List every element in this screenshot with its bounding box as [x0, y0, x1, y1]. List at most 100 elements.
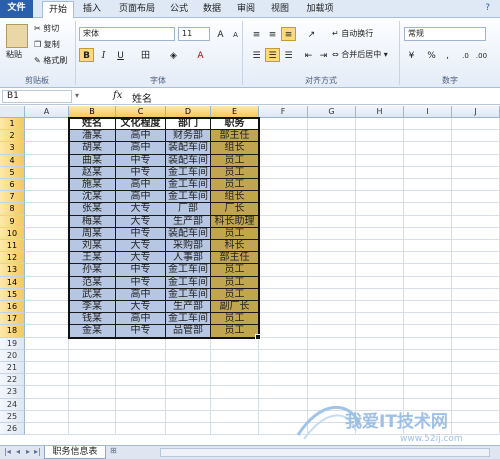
empty-cell[interactable] — [356, 191, 404, 204]
empty-cell[interactable] — [404, 252, 452, 265]
empty-cell[interactable] — [308, 374, 356, 387]
empty-cell[interactable] — [452, 410, 500, 423]
empty-cell[interactable] — [356, 252, 404, 265]
tab-formulas[interactable]: 公式 — [166, 1, 192, 18]
tab-view[interactable]: 视图 — [266, 1, 294, 18]
empty-cell[interactable] — [69, 423, 116, 436]
empty-cell[interactable] — [356, 349, 404, 362]
empty-cell[interactable] — [116, 423, 166, 436]
table-cell[interactable]: 装配车间 — [166, 154, 211, 167]
table-cell[interactable]: 员工 — [211, 313, 259, 326]
empty-cell[interactable] — [259, 325, 308, 338]
empty-cell[interactable] — [166, 386, 211, 399]
empty-cell[interactable] — [308, 410, 356, 423]
empty-cell[interactable] — [356, 264, 404, 277]
empty-cell[interactable] — [308, 203, 356, 216]
border-icon[interactable]: 田 — [138, 48, 153, 62]
table-cell[interactable]: 孙某 — [69, 264, 116, 277]
empty-cell[interactable] — [25, 337, 69, 350]
empty-cell[interactable] — [211, 410, 259, 423]
table-cell[interactable]: 金工车间 — [166, 264, 211, 277]
format-painter-button[interactable]: ✎ 格式刷 — [34, 54, 67, 68]
select-all-corner[interactable] — [0, 106, 25, 118]
table-cell[interactable]: 高中 — [116, 179, 166, 192]
empty-cell[interactable] — [452, 142, 500, 155]
tab-insert[interactable]: 插入 — [78, 1, 106, 18]
empty-cell[interactable] — [308, 349, 356, 362]
orientation-icon[interactable]: ↗ — [304, 27, 319, 41]
empty-cell[interactable] — [259, 240, 308, 253]
empty-cell[interactable] — [166, 398, 211, 411]
empty-cell[interactable] — [259, 313, 308, 326]
empty-cell[interactable] — [25, 179, 69, 192]
table-cell[interactable]: 金某 — [69, 325, 116, 338]
table-cell[interactable]: 部主任 — [211, 130, 259, 143]
empty-cell[interactable] — [404, 166, 452, 179]
empty-cell[interactable] — [404, 227, 452, 240]
table-cell[interactable]: 装配车间 — [166, 142, 211, 155]
empty-cell[interactable] — [69, 362, 116, 375]
empty-cell[interactable] — [166, 410, 211, 423]
empty-cell[interactable] — [356, 398, 404, 411]
empty-cell[interactable] — [211, 374, 259, 387]
empty-cell[interactable] — [404, 410, 452, 423]
column-header[interactable]: H — [356, 106, 404, 118]
empty-cell[interactable] — [116, 349, 166, 362]
table-cell[interactable]: 员工 — [211, 288, 259, 301]
empty-cell[interactable] — [259, 154, 308, 167]
empty-cell[interactable] — [404, 203, 452, 216]
first-sheet-icon[interactable]: |◂ — [4, 447, 11, 456]
empty-cell[interactable] — [308, 130, 356, 143]
align-top-icon[interactable]: ≡ — [249, 27, 264, 41]
table-cell[interactable]: 生产部 — [166, 215, 211, 228]
empty-cell[interactable] — [452, 398, 500, 411]
empty-cell[interactable] — [25, 386, 69, 399]
name-box[interactable]: B1 — [2, 90, 72, 103]
table-cell[interactable]: 高中 — [116, 191, 166, 204]
empty-cell[interactable] — [211, 386, 259, 399]
empty-cell[interactable] — [356, 337, 404, 350]
empty-cell[interactable] — [259, 179, 308, 192]
empty-cell[interactable] — [356, 276, 404, 289]
empty-cell[interactable] — [356, 410, 404, 423]
empty-cell[interactable] — [356, 142, 404, 155]
table-cell[interactable]: 金工车间 — [166, 191, 211, 204]
empty-cell[interactable] — [25, 240, 69, 253]
empty-cell[interactable] — [404, 179, 452, 192]
empty-cell[interactable] — [308, 264, 356, 277]
empty-cell[interactable] — [452, 301, 500, 314]
table-cell[interactable]: 周某 — [69, 227, 116, 240]
empty-cell[interactable] — [308, 398, 356, 411]
row-header[interactable]: 15 — [0, 288, 25, 301]
sheet-tab-active[interactable]: 职务信息表 — [44, 446, 106, 459]
empty-cell[interactable] — [259, 423, 308, 436]
empty-cell[interactable] — [404, 374, 452, 387]
next-sheet-icon[interactable]: ▸ — [26, 447, 30, 456]
table-cell[interactable]: 高中 — [116, 130, 166, 143]
empty-cell[interactable] — [452, 362, 500, 375]
column-header[interactable]: G — [308, 106, 356, 118]
empty-cell[interactable] — [452, 349, 500, 362]
empty-cell[interactable] — [404, 325, 452, 338]
empty-cell[interactable] — [308, 313, 356, 326]
empty-cell[interactable] — [356, 179, 404, 192]
empty-cell[interactable] — [259, 130, 308, 143]
empty-cell[interactable] — [259, 337, 308, 350]
increase-indent-icon[interactable]: ⇥ — [316, 48, 331, 62]
table-cell[interactable]: 武某 — [69, 288, 116, 301]
empty-cell[interactable] — [452, 288, 500, 301]
insert-function-icon[interactable]: fx — [113, 90, 122, 101]
empty-cell[interactable] — [356, 313, 404, 326]
table-cell[interactable]: 钱某 — [69, 313, 116, 326]
number-format-select[interactable]: 常规 — [404, 27, 486, 41]
row-header[interactable]: 17 — [0, 313, 25, 326]
empty-cell[interactable] — [308, 215, 356, 228]
empty-cell[interactable] — [25, 264, 69, 277]
column-header[interactable]: F — [259, 106, 308, 118]
column-header[interactable]: D — [166, 106, 211, 118]
table-cell[interactable]: 厂长 — [211, 203, 259, 216]
align-center-icon[interactable]: ☰ — [265, 48, 280, 62]
table-cell[interactable]: 大专 — [116, 215, 166, 228]
empty-cell[interactable] — [259, 118, 308, 131]
align-middle-icon[interactable]: ≡ — [265, 27, 280, 41]
